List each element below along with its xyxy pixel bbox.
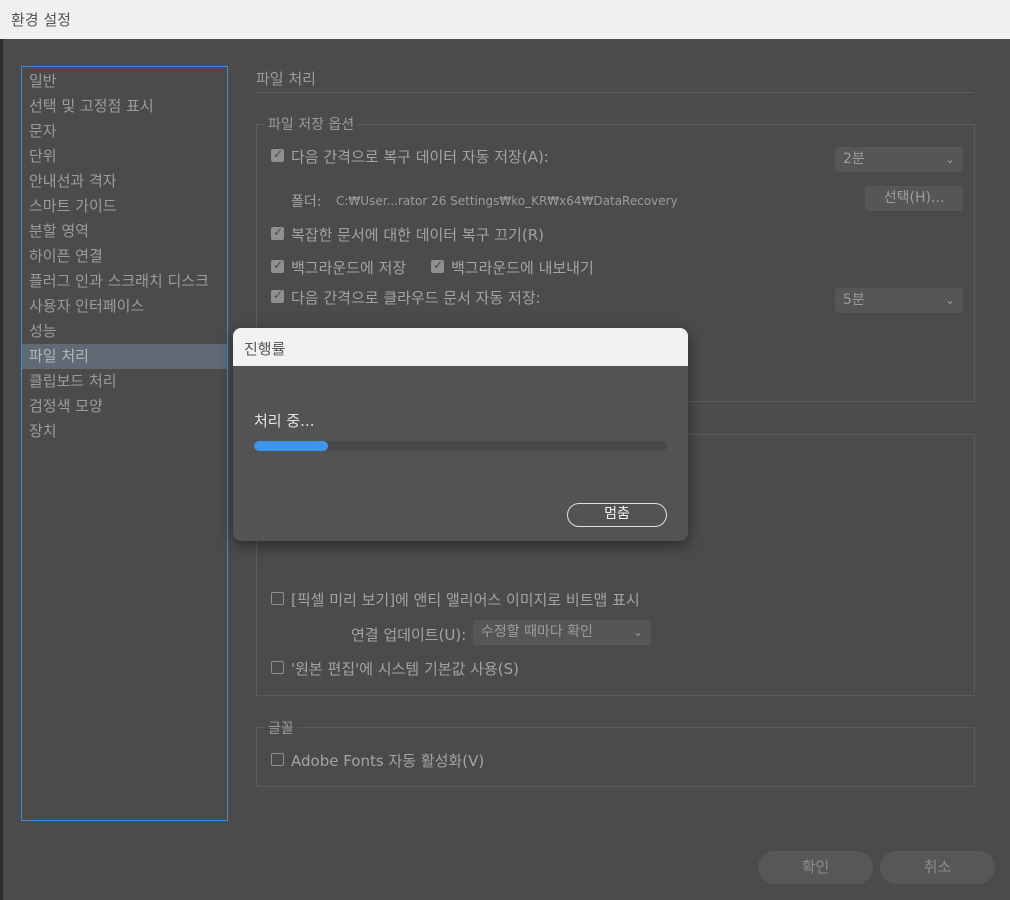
pixel-preview-label: [픽셀 미리 보기]에 앤티 앨리어스 이미지로 비트맵 표시 <box>291 591 640 609</box>
title-bar: 환경 설정 <box>0 0 1010 39</box>
adobe-fonts-label: Adobe Fonts 자동 활성화(V) <box>291 752 485 770</box>
sidebar-item[interactable]: 장치 <box>22 419 227 444</box>
fonts-legend: 글꼴 <box>265 718 297 738</box>
save-options-legend: 파일 저장 옵션 <box>265 114 358 134</box>
sidebar-item[interactable]: 분할 영역 <box>22 219 227 244</box>
progress-dialog: 진행률 처리 중... 멈춤 <box>233 328 688 541</box>
system-default-checkbox[interactable] <box>271 661 284 674</box>
sidebar-item[interactable]: 검정색 모양 <box>22 394 227 419</box>
auto-save-interval-dropdown[interactable]: 2분 ⌄ <box>835 147 963 172</box>
sidebar: 일반 선택 및 고정점 표시 문자 단위 안내선과 격자 스마트 가이드 분할 영역 하이픈 … <box>21 66 228 821</box>
pixel-preview-checkbox[interactable] <box>271 592 284 605</box>
chevron-down-icon: ⌄ <box>944 152 955 166</box>
system-default-label: '원본 편집'에 시스템 기본값 사용(S) <box>291 660 519 678</box>
auto-save-interval-value: 2분 <box>843 151 865 167</box>
sidebar-item[interactable]: 파일 처리 <box>22 344 227 369</box>
chevron-down-icon: ⌄ <box>632 625 643 639</box>
sidebar-item[interactable]: 성능 <box>22 319 227 344</box>
ok-button[interactable]: 확인 <box>758 851 873 884</box>
window-frame <box>0 39 3 900</box>
auto-save-checkbox[interactable] <box>271 147 284 162</box>
bg-export-checkbox[interactable] <box>431 258 444 273</box>
link-update-value: 수정할 때마다 확인 <box>481 624 593 640</box>
complex-doc-checkbox[interactable] <box>271 225 284 240</box>
progress-dialog-title-bar: 진행률 <box>233 328 688 366</box>
progress-message: 처리 중... <box>254 412 315 430</box>
sidebar-item[interactable]: 안내선과 격자 <box>22 169 227 194</box>
sidebar-item[interactable]: 단위 <box>22 144 227 169</box>
sidebar-item[interactable]: 플러그 인과 스크래치 디스크 <box>22 269 227 294</box>
title-divider <box>256 92 974 93</box>
bg-save-label: 백그라운드에 저장 <box>291 259 407 277</box>
cloud-save-checkbox[interactable] <box>271 288 284 303</box>
auto-save-label: 다음 간격으로 복구 데이터 자동 저장(A): <box>291 148 549 166</box>
progress-dialog-title: 진행률 <box>244 340 286 358</box>
bg-export-label: 백그라운드에 내보내기 <box>451 259 594 277</box>
cloud-interval-dropdown[interactable]: 5분 ⌄ <box>835 288 963 313</box>
chevron-down-icon: ⌄ <box>944 293 955 307</box>
link-update-label: 연결 업데이트(U): <box>351 626 467 644</box>
choose-folder-button[interactable]: 선택(H)... <box>865 186 963 211</box>
sidebar-item[interactable]: 클립보드 처리 <box>22 369 227 394</box>
progress-bar <box>254 441 667 451</box>
cancel-button[interactable]: 취소 <box>880 851 995 884</box>
sidebar-item[interactable]: 사용자 인터페이스 <box>22 294 227 319</box>
sidebar-item[interactable]: 스마트 가이드 <box>22 194 227 219</box>
link-update-dropdown[interactable]: 수정할 때마다 확인 ⌄ <box>473 620 651 645</box>
sidebar-item[interactable]: 하이픈 연결 <box>22 244 227 269</box>
cloud-save-label: 다음 간격으로 클라우드 문서 자동 저장: <box>291 289 541 307</box>
cloud-interval-value: 5분 <box>843 292 865 308</box>
complex-doc-label: 복잡한 문서에 대한 데이터 복구 끄기(R) <box>291 226 544 244</box>
folder-path: C:₩User...rator 26 Settings₩ko_KR₩x64₩Da… <box>336 194 678 208</box>
sidebar-item[interactable]: 선택 및 고정점 표시 <box>22 94 227 119</box>
sidebar-item[interactable]: 문자 <box>22 119 227 144</box>
folder-label: 폴더: <box>291 194 322 210</box>
sidebar-item[interactable]: 일반 <box>22 69 227 94</box>
window-title: 환경 설정 <box>11 11 71 29</box>
panel-title: 파일 처리 <box>256 70 316 88</box>
bg-save-checkbox[interactable] <box>271 258 284 273</box>
adobe-fonts-checkbox[interactable] <box>271 753 284 766</box>
stop-button[interactable]: 멈춤 <box>567 503 667 527</box>
progress-bar-fill <box>254 441 329 451</box>
